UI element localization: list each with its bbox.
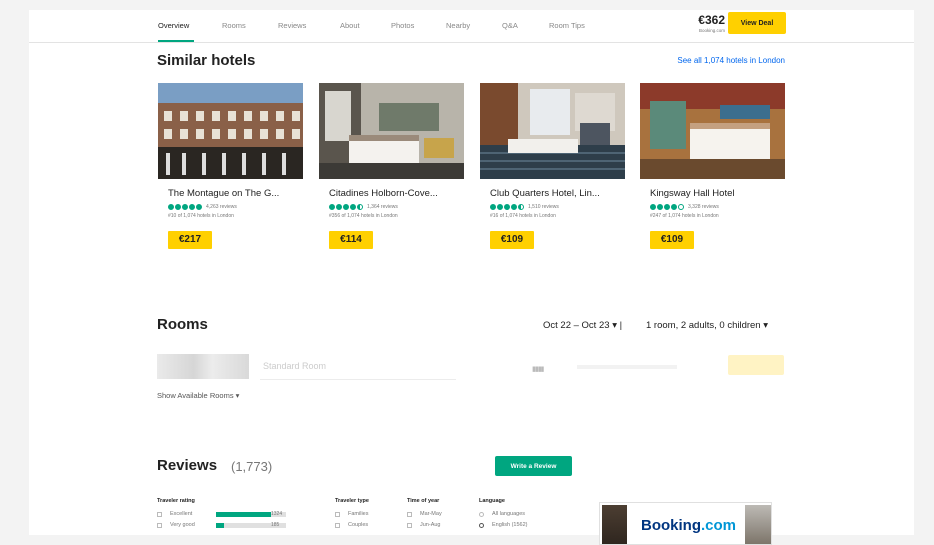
time-of-year-heading: Time of year [407, 498, 440, 504]
chevron-down-icon: ▾ [612, 320, 617, 331]
similar-hotels-title: Similar hotels [157, 52, 256, 69]
hotel-name[interactable]: Kingsway Hall Hotel [650, 188, 734, 199]
hotel-price[interactable]: €109 [650, 231, 694, 249]
hotel-price[interactable]: €114 [329, 231, 373, 249]
section-nav: Overview Rooms Reviews About Photos Near… [29, 10, 914, 43]
filter-all-languages[interactable]: All languages [479, 511, 525, 517]
tab-reviews[interactable]: Reviews [278, 21, 306, 30]
filter-families[interactable]: Families [335, 511, 368, 517]
header-price-source: Booking.com [698, 28, 725, 33]
tab-about[interactable]: About [340, 21, 360, 30]
filter-very-good[interactable]: Very good [157, 522, 195, 528]
tab-room-tips[interactable]: Room Tips [549, 21, 585, 30]
rating-bar-fill [216, 512, 271, 517]
hotel-card[interactable]: Club Quarters Hotel, Lin... 1,510 review… [480, 83, 625, 261]
divider [260, 379, 456, 380]
hotel-rank: #356 of 1,074 hotels in London [329, 213, 398, 219]
date-range-picker[interactable]: Oct 22 – Oct 23 ▾ | [543, 320, 622, 331]
tab-rooms[interactable]: Rooms [222, 21, 246, 30]
guest-picker[interactable]: 1 room, 2 adults, 0 children ▾ [646, 320, 768, 331]
ad-image [745, 505, 771, 544]
filter-jun-aug[interactable]: Jun-Aug [407, 522, 441, 528]
filter-mar-may[interactable]: Mar-May [407, 511, 442, 517]
rating-bar-fill [216, 523, 224, 528]
filter-excellent[interactable]: Excellent [157, 511, 192, 517]
show-available-label: Show Available Rooms [157, 391, 234, 400]
hotel-price[interactable]: €109 [490, 231, 534, 249]
room-thumbnail [157, 354, 249, 379]
review-count[interactable]: 4,263 reviews [206, 204, 237, 210]
person-icon: ▮▮▮▮ [532, 366, 544, 373]
hotel-photo[interactable] [480, 83, 625, 179]
traveler-type-heading: Traveler type [335, 498, 369, 504]
reviews-count: (1,773) [231, 459, 273, 474]
see-all-hotels-link[interactable]: See all 1,074 hotels in London [629, 56, 785, 65]
rating-count-excellent: 1324 [271, 511, 283, 517]
chevron-down-icon: ▾ [235, 391, 240, 400]
hotel-name[interactable]: Club Quarters Hotel, Lin... [490, 188, 600, 199]
room-select-button[interactable] [728, 355, 784, 375]
hotel-rank: #10 of 1,074 hotels in London [168, 213, 234, 219]
checkbox[interactable] [157, 511, 162, 517]
review-count[interactable]: 3,328 reviews [688, 204, 719, 210]
hotel-page: Overview Rooms Reviews About Photos Near… [29, 10, 914, 545]
radio[interactable] [479, 511, 484, 517]
booking-ad[interactable]: Booking.com [599, 502, 772, 545]
filter-english[interactable]: English (1562) [479, 522, 527, 528]
tab-overview[interactable]: Overview [158, 21, 189, 30]
divider: | [619, 320, 623, 331]
booking-logo: Booking.com [641, 517, 737, 534]
checkbox[interactable] [407, 511, 412, 517]
view-deal-button[interactable]: View Deal [728, 12, 786, 34]
header-price: €362 [698, 13, 725, 27]
rating-count-very-good: 185 [271, 522, 280, 528]
hotel-photo[interactable] [319, 83, 464, 179]
loading-placeholder [577, 365, 677, 369]
date-range: Oct 22 – Oct 23 [543, 320, 610, 331]
tab-nearby[interactable]: Nearby [446, 21, 470, 30]
review-count[interactable]: 1,364 reviews [367, 204, 398, 210]
hotel-photo[interactable] [640, 83, 785, 179]
hotel-card[interactable]: The Montague on The G... 4,263 reviews #… [158, 83, 303, 261]
rating-bubbles: 4,263 reviews [168, 203, 237, 210]
hotel-photo[interactable] [158, 83, 303, 179]
room-name: Standard Room [263, 361, 327, 371]
hotel-name[interactable]: Citadines Holborn-Cove... [329, 188, 438, 199]
write-review-button[interactable]: Write a Review [495, 456, 572, 476]
radio[interactable] [479, 522, 484, 528]
rooms-title: Rooms [157, 316, 208, 333]
hotel-card[interactable]: Kingsway Hall Hotel 3,328 reviews #247 o… [640, 83, 785, 261]
checkbox[interactable] [407, 522, 412, 528]
traveler-rating-heading: Traveler rating [157, 498, 195, 504]
checkbox[interactable] [335, 522, 340, 528]
hotel-rank: #16 of 1,074 hotels in London [490, 213, 556, 219]
tab-qa[interactable]: Q&A [502, 21, 518, 30]
language-heading: Language [479, 498, 505, 504]
checkbox[interactable] [157, 522, 162, 528]
rating-bubbles: 1,364 reviews [329, 203, 398, 210]
review-count[interactable]: 1,510 reviews [528, 204, 559, 210]
checkbox[interactable] [335, 511, 340, 517]
filter-couples[interactable]: Couples [335, 522, 368, 528]
ad-image [602, 505, 627, 544]
rating-bubbles: 3,328 reviews [650, 203, 719, 210]
reviews-title: Reviews [157, 457, 218, 474]
room-placeholder-row: Standard Room ▮▮▮▮ [157, 354, 784, 380]
guest-summary: 1 room, 2 adults, 0 children [646, 320, 761, 331]
hotel-name[interactable]: The Montague on The G... [168, 188, 279, 199]
chevron-down-icon: ▾ [763, 320, 769, 331]
hotel-card[interactable]: Citadines Holborn-Cove... 1,364 reviews … [319, 83, 464, 261]
rating-bubbles: 1,510 reviews [490, 203, 559, 210]
active-tab-indicator [158, 40, 194, 42]
tab-photos[interactable]: Photos [391, 21, 414, 30]
hotel-price[interactable]: €217 [168, 231, 212, 249]
hotel-rank: #247 of 1,074 hotels in London [650, 213, 719, 219]
show-available-rooms-toggle[interactable]: Show Available Rooms ▾ [157, 391, 239, 400]
